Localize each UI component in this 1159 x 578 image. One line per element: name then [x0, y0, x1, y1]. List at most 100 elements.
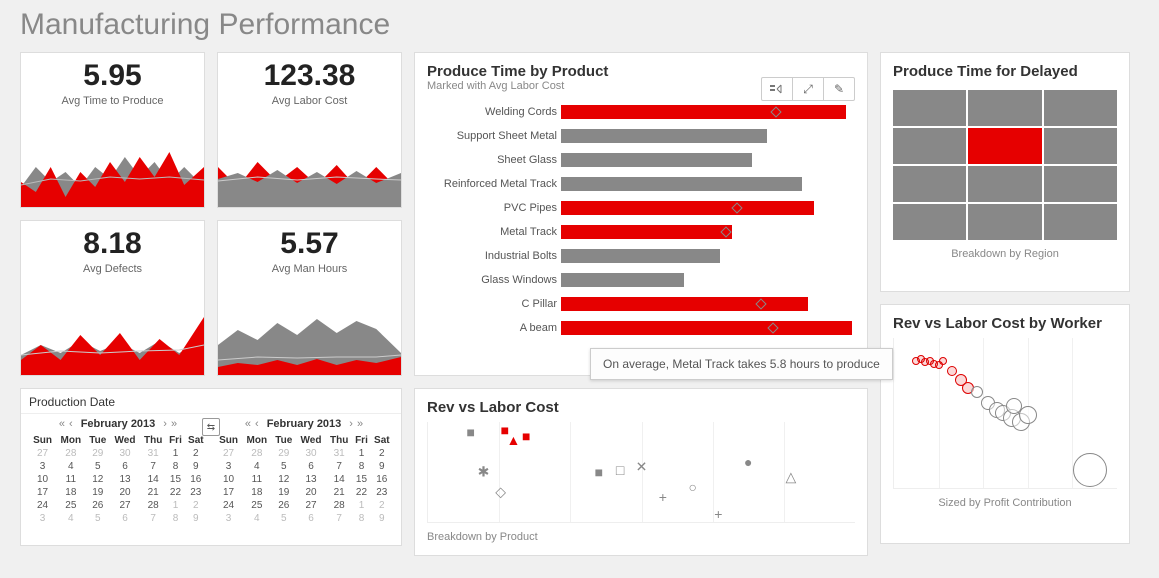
- details-icon[interactable]: [762, 78, 792, 100]
- scatter-point[interactable]: ■: [522, 428, 530, 444]
- calendar-day[interactable]: 19: [272, 486, 296, 499]
- next-month-icon[interactable]: ›: [349, 418, 353, 430]
- calendar-day[interactable]: 23: [371, 486, 393, 499]
- calendar-day[interactable]: 6: [110, 512, 140, 525]
- heatmap-cell[interactable]: [968, 90, 1041, 126]
- calendar-day[interactable]: 29: [272, 447, 296, 460]
- bar-row[interactable]: Sheet Glass: [427, 148, 855, 172]
- bar-row[interactable]: Metal Track: [427, 220, 855, 244]
- calendar-day[interactable]: 2: [371, 447, 393, 460]
- bubble-point[interactable]: [947, 366, 957, 376]
- scatter-point[interactable]: ■: [466, 424, 474, 440]
- calendar-day[interactable]: 2: [185, 499, 207, 512]
- calendar-day[interactable]: 25: [242, 499, 271, 512]
- calendar-day[interactable]: 6: [110, 460, 140, 473]
- produce-time-by-product-card[interactable]: Produce Time by Product Marked with Avg …: [414, 52, 868, 376]
- bar-row[interactable]: Reinforced Metal Track: [427, 172, 855, 196]
- heatmap-cell[interactable]: [1044, 128, 1117, 164]
- bar-row[interactable]: A beam: [427, 316, 855, 340]
- calendar-day[interactable]: 7: [326, 460, 352, 473]
- heatmap-cell[interactable]: [1044, 204, 1117, 240]
- heatmap-cell[interactable]: [893, 204, 966, 240]
- next-year-icon[interactable]: »: [171, 418, 177, 430]
- kpi-avg-time[interactable]: 5.95 Avg Time to Produce: [20, 52, 205, 208]
- calendar-day[interactable]: 8: [352, 512, 370, 525]
- scatter-point[interactable]: ■: [595, 464, 603, 480]
- calendar-day[interactable]: 15: [352, 473, 370, 486]
- scatter-point[interactable]: +: [714, 506, 722, 522]
- calendar-day[interactable]: 20: [110, 486, 140, 499]
- rev-vs-labor-worker-card[interactable]: Rev vs Labor Cost by Worker Sized by Pro…: [880, 304, 1130, 544]
- scatter-point[interactable]: □: [616, 462, 624, 478]
- scatter-point[interactable]: ✕: [636, 459, 648, 476]
- heatmap-cell[interactable]: [968, 166, 1041, 202]
- calendar-day[interactable]: 6: [296, 512, 326, 525]
- scatter-point[interactable]: ▲: [506, 432, 520, 448]
- calendar-day[interactable]: 16: [371, 473, 393, 486]
- bar-row[interactable]: Industrial Bolts: [427, 244, 855, 268]
- bubble-point[interactable]: [1073, 453, 1107, 487]
- calendar-day[interactable]: 28: [326, 499, 352, 512]
- calendar-day[interactable]: 22: [166, 486, 184, 499]
- heatmap-cell[interactable]: [893, 166, 966, 202]
- bar-row[interactable]: PVC Pipes: [427, 196, 855, 220]
- calendar-day[interactable]: 30: [296, 447, 326, 460]
- calendar-day[interactable]: 7: [140, 512, 166, 525]
- edit-icon[interactable]: ✎: [823, 78, 854, 100]
- calendar-day[interactable]: 4: [56, 460, 85, 473]
- production-date-picker[interactable]: Production Date « ‹ February 2013 › » Su…: [20, 388, 402, 546]
- calendar-day[interactable]: 18: [242, 486, 271, 499]
- calendar-day[interactable]: 27: [110, 499, 140, 512]
- calendar-day[interactable]: 11: [56, 473, 85, 486]
- heatmap-cell[interactable]: [893, 128, 966, 164]
- calendar-day[interactable]: 10: [215, 473, 242, 486]
- heatmap-cell[interactable]: [1044, 166, 1117, 202]
- calendar-day[interactable]: 24: [215, 499, 242, 512]
- next-month-icon[interactable]: ›: [163, 418, 167, 430]
- calendar-day[interactable]: 27: [215, 447, 242, 460]
- kpi-avg-labor-cost[interactable]: 123.38 Avg Labor Cost: [217, 52, 402, 208]
- calendar-day[interactable]: 25: [56, 499, 85, 512]
- expand-icon[interactable]: ⤢: [792, 78, 823, 100]
- calendar-day[interactable]: 6: [296, 460, 326, 473]
- calendar-day[interactable]: 12: [272, 473, 296, 486]
- calendar-day[interactable]: 18: [56, 486, 85, 499]
- calendar-day[interactable]: 1: [352, 447, 370, 460]
- bubble-point[interactable]: [1019, 406, 1037, 424]
- calendar-day[interactable]: 28: [242, 447, 271, 460]
- calendar-day[interactable]: 31: [326, 447, 352, 460]
- next-year-icon[interactable]: »: [357, 418, 363, 430]
- bar-row[interactable]: C Pillar: [427, 292, 855, 316]
- calendar-day[interactable]: 13: [296, 473, 326, 486]
- heatmap-cell[interactable]: [968, 204, 1041, 240]
- prev-month-icon[interactable]: ‹: [255, 418, 259, 430]
- calendar-day[interactable]: 5: [272, 512, 296, 525]
- calendar-grid[interactable]: SunMonTueWedThuFriSat2728293031123456789…: [29, 434, 207, 525]
- bubble-point[interactable]: [939, 357, 947, 365]
- bubble-point[interactable]: [971, 386, 983, 398]
- calendar-day[interactable]: 7: [140, 460, 166, 473]
- calendar-day[interactable]: 2: [185, 447, 207, 460]
- calendar-day[interactable]: 12: [86, 473, 110, 486]
- produce-time-delayed-card[interactable]: Produce Time for Delayed Breakdown by Re…: [880, 52, 1130, 292]
- calendar-day[interactable]: 8: [352, 460, 370, 473]
- calendar-day[interactable]: 5: [272, 460, 296, 473]
- calendar-day[interactable]: 20: [296, 486, 326, 499]
- scatter-chart[interactable]: ■✱◇■▲■■□✕+○+●△: [427, 422, 855, 523]
- calendar-day[interactable]: 13: [110, 473, 140, 486]
- calendar-day[interactable]: 4: [242, 512, 271, 525]
- calendar-day[interactable]: 3: [215, 512, 242, 525]
- calendar-day[interactable]: 14: [326, 473, 352, 486]
- calendar-day[interactable]: 23: [185, 486, 207, 499]
- calendar-day[interactable]: 5: [86, 512, 110, 525]
- calendar-day[interactable]: 9: [185, 512, 207, 525]
- calendar-day[interactable]: 29: [86, 447, 110, 460]
- calendar-day[interactable]: 5: [86, 460, 110, 473]
- calendar-day[interactable]: 1: [166, 447, 184, 460]
- kpi-avg-defects[interactable]: 8.18 Avg Defects: [20, 220, 205, 376]
- calendar-day[interactable]: 9: [371, 460, 393, 473]
- calendar-day[interactable]: 1: [166, 499, 184, 512]
- calendar-day[interactable]: 27: [29, 447, 56, 460]
- scatter-point[interactable]: +: [659, 489, 667, 505]
- heatmap[interactable]: [893, 90, 1117, 240]
